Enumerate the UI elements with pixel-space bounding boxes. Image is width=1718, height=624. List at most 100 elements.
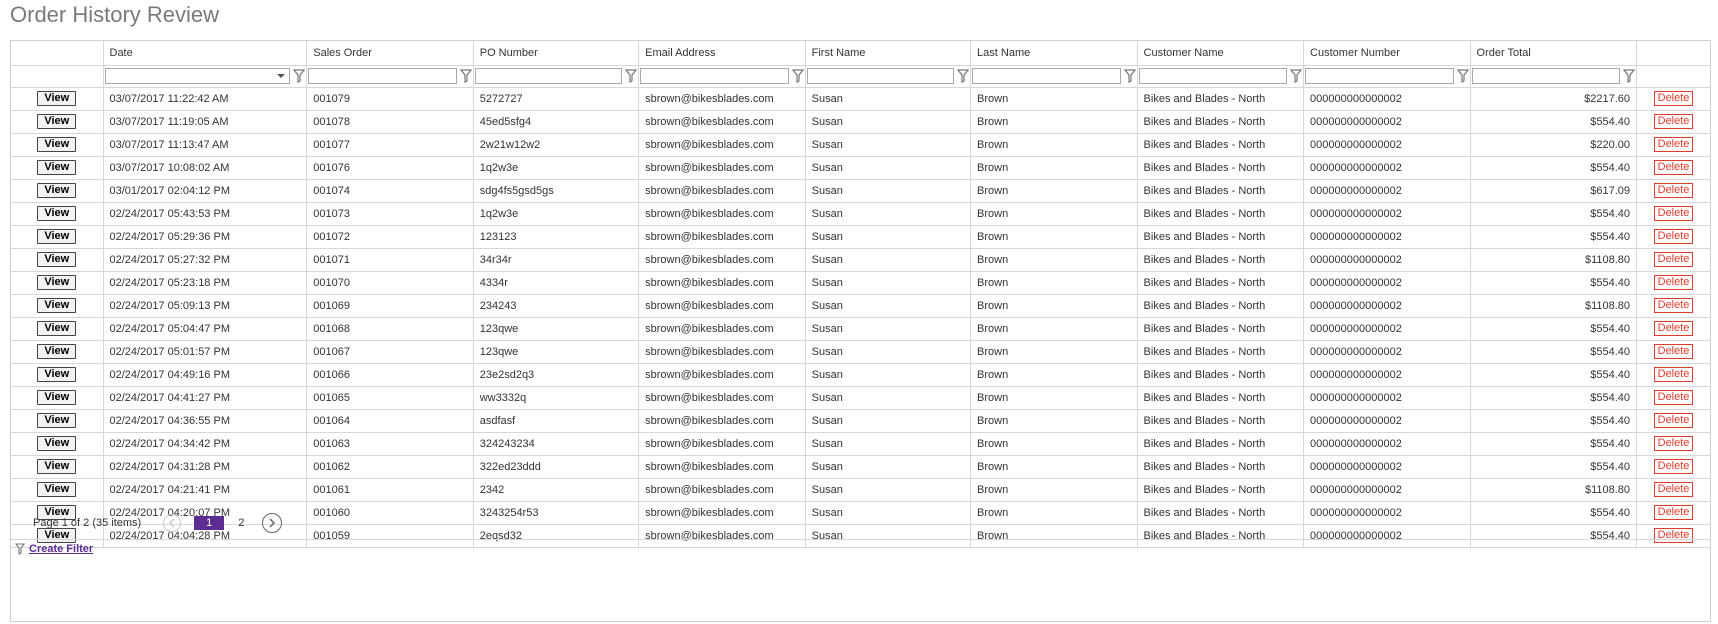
column-header-last-name[interactable]: Last Name bbox=[970, 41, 1138, 66]
column-header-first-name[interactable]: First Name bbox=[804, 41, 972, 66]
delete-button[interactable]: Delete bbox=[1653, 298, 1694, 313]
filter-icon[interactable] bbox=[1623, 69, 1636, 83]
column-header-sales-order[interactable]: Sales Order bbox=[306, 41, 474, 66]
table-row: View 02/24/2017 05:23:18 PM 001070 4334r sbr… bbox=[11, 270, 1710, 295]
view-cell: View bbox=[11, 178, 104, 203]
view-button[interactable]: View bbox=[37, 160, 77, 175]
column-header-date[interactable]: Date bbox=[102, 41, 308, 66]
view-button[interactable]: View bbox=[37, 137, 77, 152]
cell-customer-name: Bikes and Blades - North bbox=[1136, 339, 1305, 364]
delete-button[interactable]: Delete bbox=[1653, 482, 1694, 497]
column-header-view bbox=[11, 41, 104, 66]
delete-button[interactable]: Delete bbox=[1653, 137, 1694, 152]
delete-button[interactable]: Delete bbox=[1653, 91, 1694, 106]
view-button[interactable]: View bbox=[37, 91, 77, 106]
view-button[interactable]: View bbox=[37, 229, 77, 244]
view-button[interactable]: View bbox=[37, 344, 77, 359]
cell-last-name: Brown bbox=[970, 316, 1138, 341]
delete-button[interactable]: Delete bbox=[1653, 114, 1694, 129]
date-filter-dropdown[interactable] bbox=[104, 68, 291, 84]
delete-button[interactable]: Delete bbox=[1653, 160, 1694, 175]
cell-sales-order: 001062 bbox=[306, 454, 474, 479]
pager-page-current[interactable]: 1 bbox=[194, 515, 225, 530]
filter-icon[interactable] bbox=[1123, 69, 1136, 83]
column-header-customer-number[interactable]: Customer Number bbox=[1303, 41, 1471, 66]
delete-button[interactable]: Delete bbox=[1653, 183, 1694, 198]
column-header-order-total[interactable]: Order Total bbox=[1469, 41, 1638, 66]
view-button[interactable]: View bbox=[37, 298, 77, 313]
filter-icon[interactable] bbox=[1290, 69, 1303, 83]
column-header-po-number[interactable]: PO Number bbox=[472, 41, 640, 66]
customer-number-filter-input[interactable] bbox=[1305, 68, 1454, 84]
pager-page-2[interactable]: 2 bbox=[235, 517, 247, 529]
cell-po-number: 4334r bbox=[472, 270, 640, 295]
po-number-filter-input[interactable] bbox=[474, 68, 623, 84]
cell-po-number: 123qwe bbox=[472, 339, 640, 364]
delete-button[interactable]: Delete bbox=[1653, 321, 1694, 336]
view-button[interactable]: View bbox=[37, 206, 77, 221]
filter-icon[interactable] bbox=[293, 69, 306, 83]
last-name-filter-input[interactable] bbox=[972, 68, 1121, 84]
cell-last-name: Brown bbox=[970, 155, 1138, 180]
cell-po-number: asdfasf bbox=[472, 408, 640, 433]
delete-button[interactable]: Delete bbox=[1653, 413, 1694, 428]
cell-po-number: 23e2sd2q3 bbox=[472, 362, 640, 387]
delete-button[interactable]: Delete bbox=[1653, 229, 1694, 244]
delete-button[interactable]: Delete bbox=[1653, 459, 1694, 474]
delete-button[interactable]: Delete bbox=[1653, 390, 1694, 405]
email-filter-input[interactable] bbox=[640, 68, 789, 84]
view-cell: View bbox=[11, 201, 104, 226]
cell-first-name: Susan bbox=[804, 293, 972, 318]
cell-last-name: Brown bbox=[970, 385, 1138, 410]
filter-icon[interactable] bbox=[957, 69, 970, 83]
customer-name-filter-input[interactable] bbox=[1138, 68, 1288, 84]
chevron-right-icon[interactable] bbox=[262, 512, 283, 533]
view-button[interactable]: View bbox=[37, 183, 77, 198]
view-button[interactable]: View bbox=[37, 367, 77, 382]
view-button[interactable]: View bbox=[37, 482, 77, 497]
chevron-down-icon[interactable] bbox=[277, 74, 286, 78]
cell-order-total: $1108.80 bbox=[1469, 247, 1638, 272]
filter-icon[interactable] bbox=[459, 69, 472, 83]
filter-icon[interactable] bbox=[1456, 69, 1469, 83]
cell-order-total: $554.40 bbox=[1469, 155, 1638, 180]
sales-order-filter-input[interactable] bbox=[308, 68, 457, 84]
view-cell: View bbox=[11, 293, 104, 318]
delete-button[interactable]: Delete bbox=[1653, 252, 1694, 267]
cell-order-total: $554.40 bbox=[1469, 270, 1638, 295]
filter-icon[interactable] bbox=[791, 69, 804, 83]
cell-first-name: Susan bbox=[804, 454, 972, 479]
view-button[interactable]: View bbox=[37, 459, 77, 474]
create-filter-link[interactable]: Create Filter bbox=[29, 543, 93, 555]
view-button[interactable]: View bbox=[37, 114, 77, 129]
delete-button[interactable]: Delete bbox=[1653, 436, 1694, 451]
view-button[interactable]: View bbox=[37, 436, 77, 451]
delete-button[interactable]: Delete bbox=[1653, 344, 1694, 359]
cell-customer-name: Bikes and Blades - North bbox=[1136, 155, 1305, 180]
view-button[interactable]: View bbox=[37, 321, 77, 336]
view-button[interactable]: View bbox=[37, 413, 77, 428]
view-button[interactable]: View bbox=[37, 390, 77, 405]
table-row: View 02/24/2017 05:04:47 PM 001068 123qwe sb… bbox=[11, 316, 1710, 341]
column-header-email-address[interactable]: Email Address bbox=[638, 41, 806, 66]
column-header-customer-name[interactable]: Customer Name bbox=[1136, 41, 1305, 66]
delete-button[interactable]: Delete bbox=[1653, 367, 1694, 382]
cell-email-address: sbrown@bikesblades.com bbox=[638, 201, 806, 226]
view-button[interactable]: View bbox=[37, 275, 77, 290]
cell-first-name: Susan bbox=[804, 385, 972, 410]
chevron-left-icon[interactable] bbox=[163, 513, 182, 532]
view-button[interactable]: View bbox=[37, 252, 77, 267]
cell-po-number: 2w21w12w2 bbox=[472, 132, 640, 157]
view-cell: View bbox=[11, 247, 104, 272]
delete-button[interactable]: Delete bbox=[1653, 206, 1694, 221]
filter-icon[interactable] bbox=[625, 69, 638, 83]
order-total-filter-input[interactable] bbox=[1471, 68, 1621, 84]
delete-cell: Delete bbox=[1636, 454, 1710, 479]
cell-email-address: sbrown@bikesblades.com bbox=[638, 339, 806, 364]
cell-po-number: 45ed5sfg4 bbox=[472, 109, 640, 134]
delete-button[interactable]: Delete bbox=[1653, 275, 1694, 290]
delete-cell: Delete bbox=[1636, 224, 1710, 249]
cell-po-number: 234243 bbox=[472, 293, 640, 318]
view-cell: View bbox=[11, 224, 104, 249]
first-name-filter-input[interactable] bbox=[806, 68, 955, 84]
